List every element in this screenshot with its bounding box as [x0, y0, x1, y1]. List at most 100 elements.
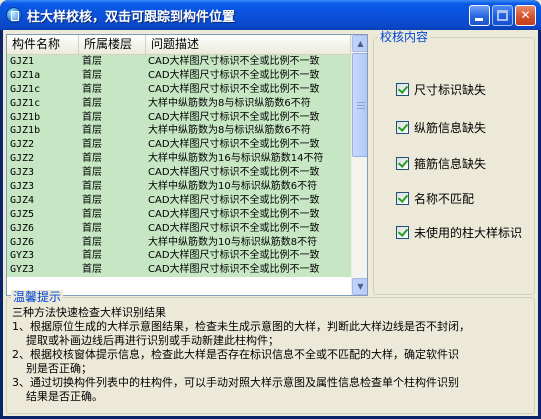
cell-floor: 首层	[82, 208, 102, 220]
cell-description: CAD大样图尺寸标识不全或比例不一致	[148, 208, 320, 220]
cell-name: GJZ2	[10, 139, 35, 151]
table-row[interactable]: GJZ1c 首层 CAD大样图尺寸标识不全或比例不一致	[7, 82, 351, 97]
window-title: 柱大样校核，双击可跟踪到构件位置	[27, 10, 236, 25]
column-header-name[interactable]: 构件名称	[7, 35, 79, 54]
table-row[interactable]: GJZ1b 首层 CAD大样图尺寸标识不全或比例不一致	[7, 110, 351, 125]
cell-floor: 首层	[82, 125, 102, 137]
checkbox-checked-icon[interactable]	[396, 121, 409, 134]
arrow-up-icon: ▲	[357, 39, 364, 48]
cell-description: 大样中纵筋数为8与标识纵筋数6不符	[148, 97, 311, 109]
table-row[interactable]: GJZ1c 首层 大样中纵筋数为8与标识纵筋数6不符	[7, 96, 351, 111]
cell-name: GJZ3	[10, 181, 35, 193]
minimize-icon	[475, 18, 483, 21]
cell-name: GJZ5	[10, 208, 35, 220]
table-row[interactable]: GJZ2 首层 大样中纵筋数为16与标识纵筋数14不符	[7, 152, 351, 167]
tips-body: 三种方法快速检查大样识别结果 1、根据原位生成的大样示意图结果，检查未生成示意图…	[12, 306, 532, 404]
table-row[interactable]: GJZ2 首层 CAD大样图尺寸标识不全或比例不一致	[7, 138, 351, 153]
cell-description: CAD大样图尺寸标识不全或比例不一致	[148, 264, 320, 276]
tip-line: 3、通过切换构件列表中的柱构件，可以手动对照大样示意图及属性信息检查单个柱构件识…	[12, 376, 459, 389]
table-row[interactable]: GJZ4 首层 CAD大样图尺寸标识不全或比例不一致	[7, 193, 351, 208]
tips-group: 温馨提示 三种方法快速检查大样识别结果 1、根据原位生成的大样示意图结果，检查未…	[6, 290, 535, 414]
table-row[interactable]: GJZ1a 首层 CAD大样图尺寸标识不全或比例不一致	[7, 68, 351, 83]
cell-description: CAD大样图尺寸标识不全或比例不一致	[148, 222, 320, 234]
cell-floor: 首层	[82, 250, 102, 262]
cell-description: CAD大样图尺寸标识不全或比例不一致	[148, 56, 320, 67]
grip-line	[357, 102, 365, 103]
cell-floor: 首层	[82, 97, 102, 109]
table-row[interactable]: GJZ1b 首层 大样中纵筋数为8与标识纵筋数6不符	[7, 124, 351, 139]
table-row[interactable]: GJZ3 首层 CAD大样图尺寸标识不全或比例不一致	[7, 166, 351, 181]
checkbox-checked-icon[interactable]	[396, 157, 409, 170]
cell-name: GJZ1c	[10, 83, 41, 95]
cell-description: 大样中纵筋数为10与标识纵筋数8不符	[148, 236, 318, 248]
cell-floor: 首层	[82, 167, 102, 179]
tip-line: 提取或补画边线后再进行识别或手动新建此柱构件；	[26, 334, 279, 347]
cell-floor: 首层	[82, 153, 102, 165]
cell-description: CAD大样图尺寸标识不全或比例不一致	[148, 194, 320, 206]
cell-description: CAD大样图尺寸标识不全或比例不一致	[148, 83, 320, 95]
cell-description: 大样中纵筋数为10与标识纵筋数6不符	[148, 181, 318, 193]
cell-name: GJZ3	[10, 167, 35, 179]
cell-description: CAD大样图尺寸标识不全或比例不一致	[148, 139, 320, 151]
cell-name: GJZ1b	[10, 111, 41, 123]
close-button[interactable]: ✕	[515, 5, 536, 26]
checkbox-checked-icon[interactable]	[396, 192, 409, 205]
checkbox-checked-icon[interactable]	[396, 83, 409, 96]
cell-name: GJZ6	[10, 236, 35, 248]
checkbox-label: 箍筋信息缺失	[414, 157, 487, 171]
cell-name: GYZ3	[10, 264, 35, 276]
cell-floor: 首层	[82, 83, 102, 95]
cell-description: 大样中纵筋数为8与标识纵筋数6不符	[148, 125, 311, 137]
cell-description: CAD大样图尺寸标识不全或比例不一致	[148, 250, 320, 262]
table-row[interactable]: GJZ6 首层 大样中纵筋数为10与标识纵筋数8不符	[7, 235, 351, 250]
check-content-group: 校核内容 尺寸标识缺失 纵筋信息缺失 箍筋信息缺失 名称不匹配 未使用的柱大样标…	[373, 30, 535, 295]
table-row[interactable]: GJZ3 首层 大样中纵筋数为10与标识纵筋数6不符	[7, 180, 351, 194]
table-row[interactable]: GJZ1 首层 CAD大样图尺寸标识不全或比例不一致	[7, 55, 351, 69]
cell-name: GYZ3	[10, 250, 35, 262]
cell-description: CAD大样图尺寸标识不全或比例不一致	[148, 111, 320, 123]
tips-title: 温馨提示	[11, 290, 64, 304]
cell-name: GJZ1b	[10, 125, 41, 137]
table-row[interactable]: GYZ3 首层 CAD大样图尺寸标识不全或比例不一致	[7, 249, 351, 264]
tip-line: 三种方法快速检查大样识别结果	[12, 306, 166, 319]
cell-name: GJZ6	[10, 222, 35, 234]
scroll-down-button[interactable]: ▼	[352, 278, 367, 295]
cell-description: 大样中纵筋数为16与标识纵筋数14不符	[148, 153, 324, 165]
issue-list[interactable]: 构件名称 所属楼层 问题描述 GJZ1 首层 CAD大样图尺寸标识不全或比例不一致 G…	[6, 34, 368, 296]
dialog-client: 构件名称 所属楼层 问题描述 GJZ1 首层 CAD大样图尺寸标识不全或比例不一致 G…	[3, 30, 538, 416]
title-bar[interactable]: 柱大样校核，双击可跟踪到构件位置 ✕	[0, 0, 541, 30]
cell-name: GJZ2	[10, 153, 35, 165]
checkbox-label: 纵筋信息缺失	[414, 121, 487, 135]
cell-floor: 首层	[82, 56, 102, 67]
cell-description: CAD大样图尺寸标识不全或比例不一致	[148, 167, 320, 179]
table-row[interactable]: GJZ5 首层 CAD大样图尺寸标识不全或比例不一致	[7, 207, 351, 222]
tip-line: 1、根据原位生成的大样示意图结果，检查未生成示意图的大样，判断此大样边线是否不封…	[12, 320, 470, 333]
grip-line	[357, 105, 365, 106]
cell-floor: 首层	[82, 111, 102, 123]
minimize-button[interactable]	[469, 5, 490, 26]
dialog-window: 柱大样校核，双击可跟踪到构件位置 ✕ 构件名称 所属楼层 问题描述 GJZ1 首层…	[0, 0, 541, 419]
check-content-title: 校核内容	[378, 30, 431, 44]
cell-description: CAD大样图尺寸标识不全或比例不一致	[148, 69, 320, 81]
scroll-thumb[interactable]	[352, 53, 367, 157]
list-vertical-scrollbar[interactable]: ▲ ▼	[351, 35, 367, 295]
table-row[interactable]: GYZ3 首层 CAD大样图尺寸标识不全或比例不一致	[7, 263, 351, 278]
tip-line: 2、根据校核窗体提示信息，检查此大样是否存在标识信息不全或不匹配的大样，确定软件…	[12, 348, 459, 361]
column-header-description[interactable]: 问题描述	[146, 35, 351, 54]
cell-name: GJZ1	[10, 56, 35, 67]
cell-name: GJZ1c	[10, 97, 41, 109]
cell-name: GJZ4	[10, 194, 35, 206]
cell-floor: 首层	[82, 194, 102, 206]
column-header-floor[interactable]: 所属楼层	[79, 35, 146, 54]
close-icon: ✕	[520, 8, 531, 22]
cell-floor: 首层	[82, 236, 102, 248]
checkbox-label: 未使用的柱大样标识	[414, 226, 523, 240]
table-row[interactable]: GJZ6 首层 CAD大样图尺寸标识不全或比例不一致	[7, 221, 351, 236]
checkbox-label: 名称不匹配	[414, 192, 475, 206]
maximize-button[interactable]	[492, 5, 513, 26]
checkbox-label: 尺寸标识缺失	[414, 83, 487, 97]
list-header: 构件名称 所属楼层 问题描述	[7, 35, 351, 55]
scroll-up-button[interactable]: ▲	[352, 35, 367, 52]
checkbox-checked-icon[interactable]	[396, 226, 409, 239]
cell-floor: 首层	[82, 181, 102, 193]
